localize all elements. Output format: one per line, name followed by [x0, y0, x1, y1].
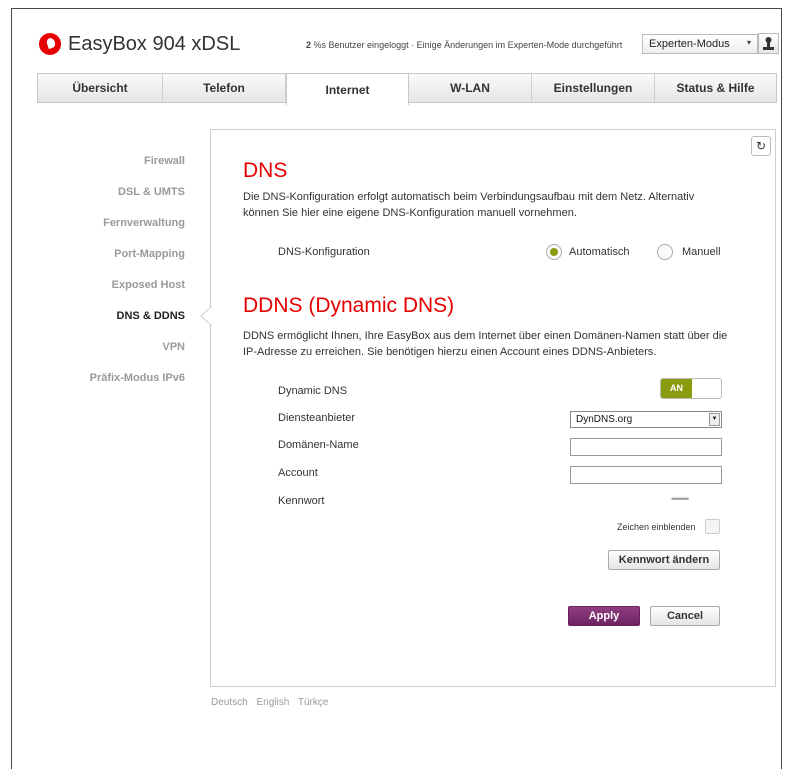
- lang-tuerkce[interactable]: Türkçe: [298, 697, 329, 708]
- user-icon: [763, 37, 774, 50]
- sidebar-item-dsl-umts[interactable]: DSL & UMTS: [60, 185, 185, 216]
- ddns-description-line1: DDNS ermöglicht Ihnen, Ihre EasyBox aus …: [243, 330, 728, 342]
- tab-telefon[interactable]: Telefon: [163, 74, 286, 102]
- dynamic-dns-toggle[interactable]: AN: [660, 378, 722, 399]
- dns-radio-auto-label: Automatisch: [569, 246, 630, 258]
- tab-einstellungen[interactable]: Einstellungen: [532, 74, 655, 102]
- password-label: Kennwort: [278, 495, 325, 507]
- dns-radio-manual[interactable]: [657, 244, 673, 260]
- vodafone-logo: [39, 33, 61, 55]
- dns-config-label: DNS-Konfiguration: [278, 246, 370, 258]
- sidebar-item-praefix-ipv6[interactable]: Präfix-Modus IPv6: [60, 371, 185, 402]
- sidebar-item-dns-ddns[interactable]: DNS & DDNS: [60, 309, 185, 340]
- sidebar-item-exposed-host[interactable]: Exposed Host: [60, 278, 185, 309]
- sidebar-item-port-mapping[interactable]: Port-Mapping: [60, 247, 185, 278]
- sidebar-item-fernverwaltung[interactable]: Fernverwaltung: [60, 216, 185, 247]
- account-label: Account: [278, 467, 318, 479]
- mode-select[interactable]: Experten-Modus ▾: [642, 34, 758, 54]
- lang-deutsch[interactable]: Deutsch: [211, 697, 248, 708]
- chevron-down-icon: ▼: [709, 413, 720, 426]
- login-status: 2 %s Benutzer eingeloggt · Einige Änderu…: [306, 40, 622, 50]
- domain-input[interactable]: [570, 438, 722, 456]
- dns-title: DNS: [243, 159, 288, 182]
- main-nav: Übersicht Telefon Internet W-LAN Einstel…: [37, 73, 777, 105]
- apply-button[interactable]: Apply: [568, 606, 640, 626]
- provider-label: Diensteanbieter: [278, 412, 356, 424]
- mode-select-value: Experten-Modus: [649, 38, 730, 50]
- language-links: Deutsch English Türkçe: [211, 697, 334, 708]
- lang-english[interactable]: English: [256, 697, 289, 708]
- provider-select[interactable]: DynDNS.org ▼: [570, 411, 722, 428]
- toggle-on-label: AN: [661, 379, 692, 398]
- dns-radio-auto[interactable]: [546, 244, 562, 260]
- show-chars-label: Zeichen einblenden: [617, 522, 696, 532]
- ddns-description-line2: IP-Adresse zu erreichen. Sie benötigen h…: [243, 346, 657, 358]
- tab-internet[interactable]: Internet: [286, 73, 409, 105]
- change-password-button[interactable]: Kennwort ändern: [608, 550, 720, 570]
- sidebar: Firewall DSL & UMTS Fernverwaltung Port-…: [60, 154, 185, 402]
- content-panel: ↻ DNS Die DNS-Konfiguration erfolgt auto…: [210, 129, 776, 687]
- sidebar-item-vpn[interactable]: VPN: [60, 340, 185, 371]
- cancel-button[interactable]: Cancel: [650, 606, 720, 626]
- dns-description-line1: Die DNS-Konfiguration erfolgt automatisc…: [243, 191, 695, 203]
- reset-button[interactable]: ↻: [751, 136, 771, 156]
- ddns-title: DDNS (Dynamic DNS): [243, 294, 455, 317]
- dns-description-line2: können Sie hier eine eigene DNS-Konfigur…: [243, 207, 577, 219]
- status-message: %s Benutzer eingeloggt · Einige Änderung…: [313, 40, 623, 50]
- dynamic-dns-label: Dynamic DNS: [278, 385, 348, 397]
- account-input[interactable]: [570, 466, 722, 484]
- provider-select-value: DynDNS.org: [576, 414, 633, 425]
- active-item-pointer: [200, 306, 212, 326]
- refresh-icon: ↻: [755, 139, 767, 153]
- app-title: EasyBox 904 xDSL: [68, 33, 241, 55]
- password-field[interactable]: ••••••••: [671, 494, 689, 504]
- domain-label: Domänen-Name: [278, 439, 359, 451]
- sidebar-item-firewall[interactable]: Firewall: [60, 154, 185, 185]
- dns-radio-manual-label: Manuell: [682, 246, 721, 258]
- tab-status-hilfe[interactable]: Status & Hilfe: [655, 74, 776, 102]
- show-chars-checkbox[interactable]: [705, 519, 720, 534]
- status-count: 2: [306, 40, 312, 50]
- tab-wlan[interactable]: W-LAN: [409, 74, 532, 102]
- chevron-down-icon: ▾: [746, 38, 751, 47]
- user-button[interactable]: [758, 33, 779, 54]
- tab-uebersicht[interactable]: Übersicht: [38, 74, 163, 102]
